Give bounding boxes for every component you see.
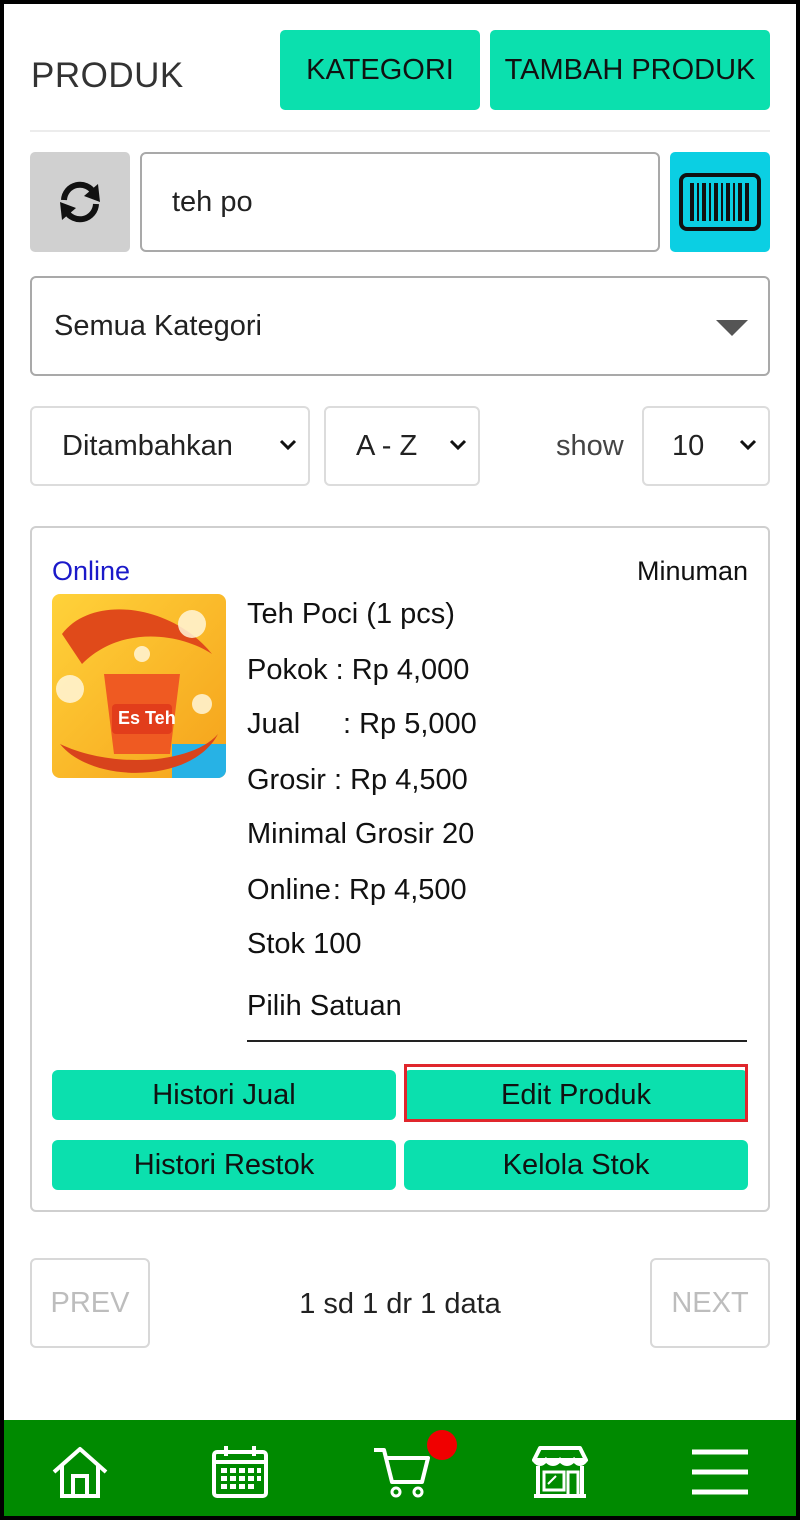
sort-by-select[interactable]: Ditambahkan [30, 406, 310, 486]
product-image: Es Teh [52, 594, 226, 778]
next-button[interactable]: NEXT [650, 1258, 770, 1348]
calendar-icon[interactable] [210, 1444, 270, 1500]
caret-down-icon [716, 320, 748, 336]
price-grosir-label: Grosir [247, 764, 326, 796]
price-pokok-label: Pokok [247, 654, 328, 686]
price-jual-value: : Rp 5,000 [343, 708, 477, 740]
category-select[interactable]: Semua Kategori [30, 276, 770, 376]
barcode-icon [679, 173, 761, 231]
bottom-nav [4, 1420, 796, 1516]
unit-select-placeholder: Pilih Satuan [247, 990, 402, 1022]
svg-text:Es Teh: Es Teh [118, 708, 176, 728]
price-grosir-value: : Rp 4,500 [333, 764, 468, 796]
tambah-produk-button[interactable]: TAMBAH PRODUK [490, 30, 770, 110]
price-online-label: Online [247, 874, 331, 906]
show-label: show [556, 430, 624, 462]
status-badge: Online [52, 556, 131, 586]
sort-by-value: Ditambahkan [62, 429, 233, 462]
chevron-down-icon [448, 430, 468, 467]
page-title: PRODUK [31, 56, 184, 95]
chevron-down-icon [738, 430, 758, 467]
price-pokok-value: : Rp 4,000 [335, 654, 470, 686]
min-grosir: Minimal Grosir 20 [247, 818, 475, 850]
app-frame: PRODUK KATEGORI TAMBAH PRODUK teh po Sem… [4, 4, 796, 1516]
price-online-value: : Rp 4,500 [332, 874, 467, 906]
show-count-value: 10 [672, 429, 705, 462]
menu-icon[interactable] [690, 1444, 750, 1500]
price-pokok: Pokok: Rp 4,000 [247, 654, 469, 687]
cart-icon[interactable] [372, 1444, 432, 1500]
refresh-icon [60, 181, 100, 223]
show-count-select[interactable]: 10 [642, 406, 770, 486]
product-name: Teh Poci (1 pcs) [247, 598, 455, 630]
barcode-scan-button[interactable] [670, 152, 770, 252]
stock-count: Stok 100 [247, 928, 362, 960]
refresh-button[interactable] [30, 152, 130, 252]
kategori-button[interactable]: KATEGORI [280, 30, 480, 110]
chevron-down-icon [278, 430, 298, 467]
search-input[interactable] [140, 152, 660, 252]
category-select-value: Semua Kategori [54, 309, 262, 342]
price-grosir: Grosir: Rp 4,500 [247, 764, 468, 797]
product-category: Minuman [636, 556, 748, 586]
edit-produk-button[interactable]: Edit Produk [404, 1070, 748, 1120]
cart-notification-dot [427, 1430, 457, 1460]
price-jual-label: Jual [247, 708, 301, 740]
price-jual: Jual : Rp 5,000 [247, 708, 477, 741]
histori-jual-button[interactable]: Histori Jual [52, 1070, 396, 1120]
price-online: Online: Rp 4,500 [247, 874, 467, 907]
store-icon[interactable] [530, 1444, 590, 1500]
histori-restok-button[interactable]: Histori Restok [52, 1140, 396, 1190]
kelola-stok-button[interactable]: Kelola Stok [404, 1140, 748, 1190]
home-icon[interactable] [50, 1444, 110, 1500]
header-divider [30, 130, 770, 132]
order-select[interactable]: A - Z [324, 406, 480, 486]
unit-select[interactable]: Pilih Satuan [247, 990, 747, 1042]
order-value: A - Z [356, 429, 418, 462]
